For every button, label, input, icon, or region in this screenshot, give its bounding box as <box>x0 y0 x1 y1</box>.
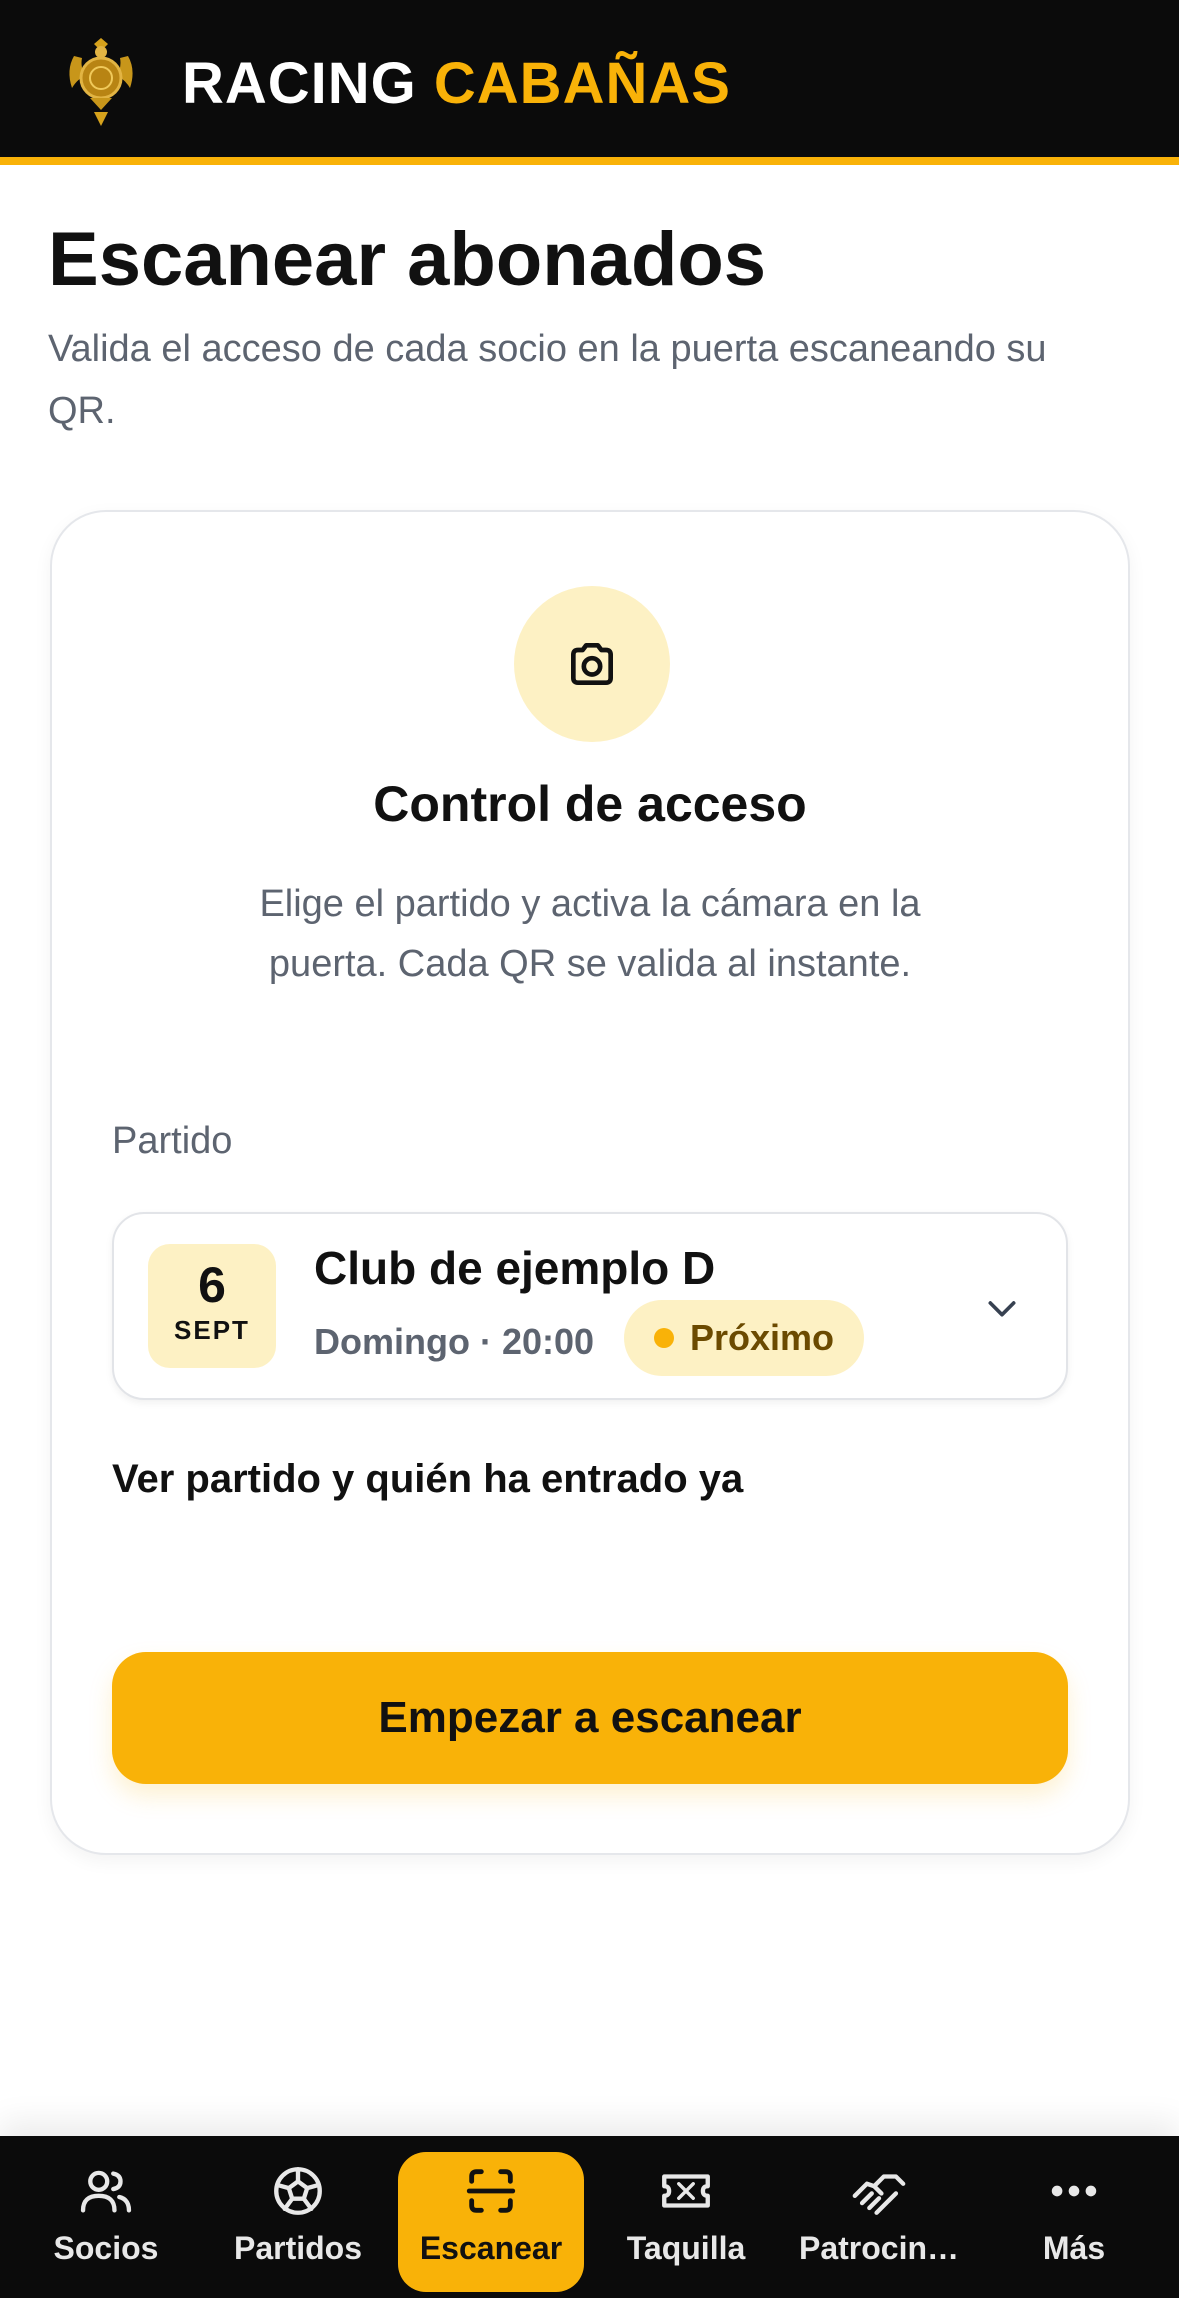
match-month: SEPT <box>174 1315 250 1345</box>
nav-item-partidos[interactable]: Partidos <box>222 2152 374 2292</box>
nav-label-socios: Socios <box>53 2230 159 2266</box>
club-crest-icon <box>69 38 133 126</box>
nav-item-escanear[interactable]: Escanear <box>398 2152 584 2292</box>
nav-item-taquilla[interactable]: Taquilla <box>616 2152 756 2292</box>
users-icon <box>80 2170 132 2213</box>
camera-icon <box>571 643 613 685</box>
start-scanning-button[interactable]: Empezar a escanear <box>112 1652 1068 1784</box>
page-title: Escanear abonados <box>48 217 767 302</box>
nav-item-socios[interactable]: Socios <box>36 2152 176 2292</box>
match-time: Domingo · 20:00 <box>314 1321 595 1362</box>
match-day: 6 <box>198 1257 226 1313</box>
view-match-link[interactable]: Ver partido y quién ha entrado ya <box>112 1452 743 1506</box>
match-select[interactable]: 6 SEPT Club de ejemplo D Domingo · 20:00… <box>112 1212 1068 1400</box>
app-root: RACING CABAÑAS Escanear abonados Valida … <box>0 0 1179 2298</box>
nav-label-mas: Más <box>1042 2230 1106 2266</box>
brand-title: RACING CABAÑAS <box>182 50 731 118</box>
card-title: Control de acceso <box>373 776 807 832</box>
page-subtitle: Valida el acceso de cada socio en la pue… <box>48 328 1047 432</box>
match-name: Club de ejemplo D <box>314 1242 716 1294</box>
nav-label-taquilla: Taquilla <box>626 2230 746 2266</box>
status-dot-icon <box>654 1328 674 1348</box>
handshake-icon <box>852 2174 906 2215</box>
brand-part-racing: RACING <box>182 51 417 116</box>
football-icon <box>274 2167 322 2215</box>
nav-item-patrocinadores[interactable]: Patrocin… <box>786 2152 972 2292</box>
access-control-card: Control de acceso Elige el partido y act… <box>50 510 1130 1855</box>
nav-label-patrocinadores: Patrocin… <box>798 2230 960 2266</box>
brand-part-cabanas: CABAÑAS <box>433 51 731 116</box>
camera-badge <box>514 586 670 742</box>
bottom-navigation: Socios Partidos Escanear Taquilla Patroc… <box>0 2136 1179 2298</box>
chevron-down-icon[interactable] <box>982 1288 1022 1328</box>
nav-label-escanear: Escanear <box>419 2230 563 2266</box>
more-icon <box>1051 2185 1097 2197</box>
scan-icon <box>466 2169 516 2213</box>
card-description: Elige el partido y activa la cámara en l… <box>259 883 921 985</box>
nav-label-partidos: Partidos <box>233 2230 363 2266</box>
nav-item-mas[interactable]: Más <box>1004 2152 1144 2292</box>
match-status-text: Próximo <box>690 1317 835 1358</box>
match-date-badge: 6 SEPT <box>148 1244 276 1368</box>
ticket-icon <box>662 2174 710 2208</box>
match-status-badge: Próximo <box>624 1300 865 1376</box>
app-header: RACING CABAÑAS <box>0 0 1179 165</box>
match-field-label: Partido <box>112 1120 233 1162</box>
